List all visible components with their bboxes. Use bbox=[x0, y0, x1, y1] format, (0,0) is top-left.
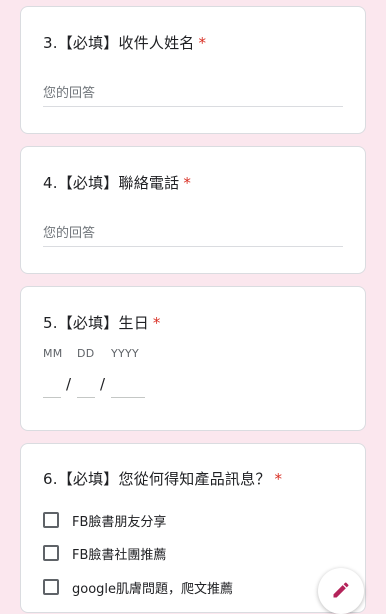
option-label: FB臉書朋友分享 bbox=[72, 514, 167, 530]
question-title-text: 5.【必填】生日 bbox=[43, 314, 149, 332]
question-card-phone: 4.【必填】聯絡電話 * 您的回答 bbox=[20, 146, 366, 274]
checkbox[interactable] bbox=[43, 545, 59, 561]
question-title-text: 4.【必填】聯絡電話 bbox=[43, 174, 180, 192]
day-input[interactable] bbox=[77, 397, 95, 398]
question-title-text: 3.【必填】收件人姓名 bbox=[43, 34, 195, 52]
month-input[interactable] bbox=[43, 397, 61, 398]
recipient-name-input[interactable]: 您的回答 bbox=[43, 82, 343, 107]
question-title: 5.【必填】生日 * bbox=[43, 312, 161, 333]
month-label: MM bbox=[43, 347, 63, 360]
checkbox[interactable] bbox=[43, 579, 59, 595]
required-asterisk: * bbox=[152, 314, 161, 332]
question-title-text: 6.【必填】您從何得知產品訊息？ bbox=[43, 470, 271, 488]
option-fb-group[interactable]: FB臉書社團推薦 bbox=[43, 542, 166, 564]
option-fb-friend[interactable]: FB臉書朋友分享 bbox=[43, 509, 166, 531]
question-card-birthday: 5.【必填】生日 * MM DD YYYY / / bbox=[20, 286, 366, 431]
date-separator: / bbox=[66, 375, 72, 393]
question-card-source: 6.【必填】您從何得知產品訊息？ * FB臉書朋友分享 FB臉書社團推薦 goog… bbox=[20, 443, 366, 613]
option-label: FB臉書社團推薦 bbox=[72, 547, 167, 563]
year-label: YYYY bbox=[111, 347, 140, 360]
phone-input[interactable]: 您的回答 bbox=[43, 222, 343, 247]
date-separator: / bbox=[100, 375, 106, 393]
question-title: 6.【必填】您從何得知產品訊息？ * bbox=[43, 468, 282, 489]
question-card-name: 3.【必填】收件人姓名 * 您的回答 bbox=[20, 6, 366, 134]
option-label: google肌膚問題，爬文推薦 bbox=[72, 581, 234, 597]
required-asterisk: * bbox=[274, 470, 283, 488]
required-asterisk: * bbox=[183, 174, 192, 192]
option-google-search[interactable]: google肌膚問題，爬文推薦 bbox=[43, 576, 233, 598]
year-input[interactable] bbox=[111, 397, 145, 398]
pencil-icon bbox=[331, 568, 351, 604]
question-title: 4.【必填】聯絡電話 * bbox=[43, 172, 191, 193]
question-title: 3.【必填】收件人姓名 * bbox=[43, 32, 206, 53]
day-label: DD bbox=[77, 347, 95, 360]
checkbox[interactable] bbox=[43, 512, 59, 528]
required-asterisk: * bbox=[198, 34, 207, 52]
edit-fab-button[interactable] bbox=[318, 568, 364, 614]
